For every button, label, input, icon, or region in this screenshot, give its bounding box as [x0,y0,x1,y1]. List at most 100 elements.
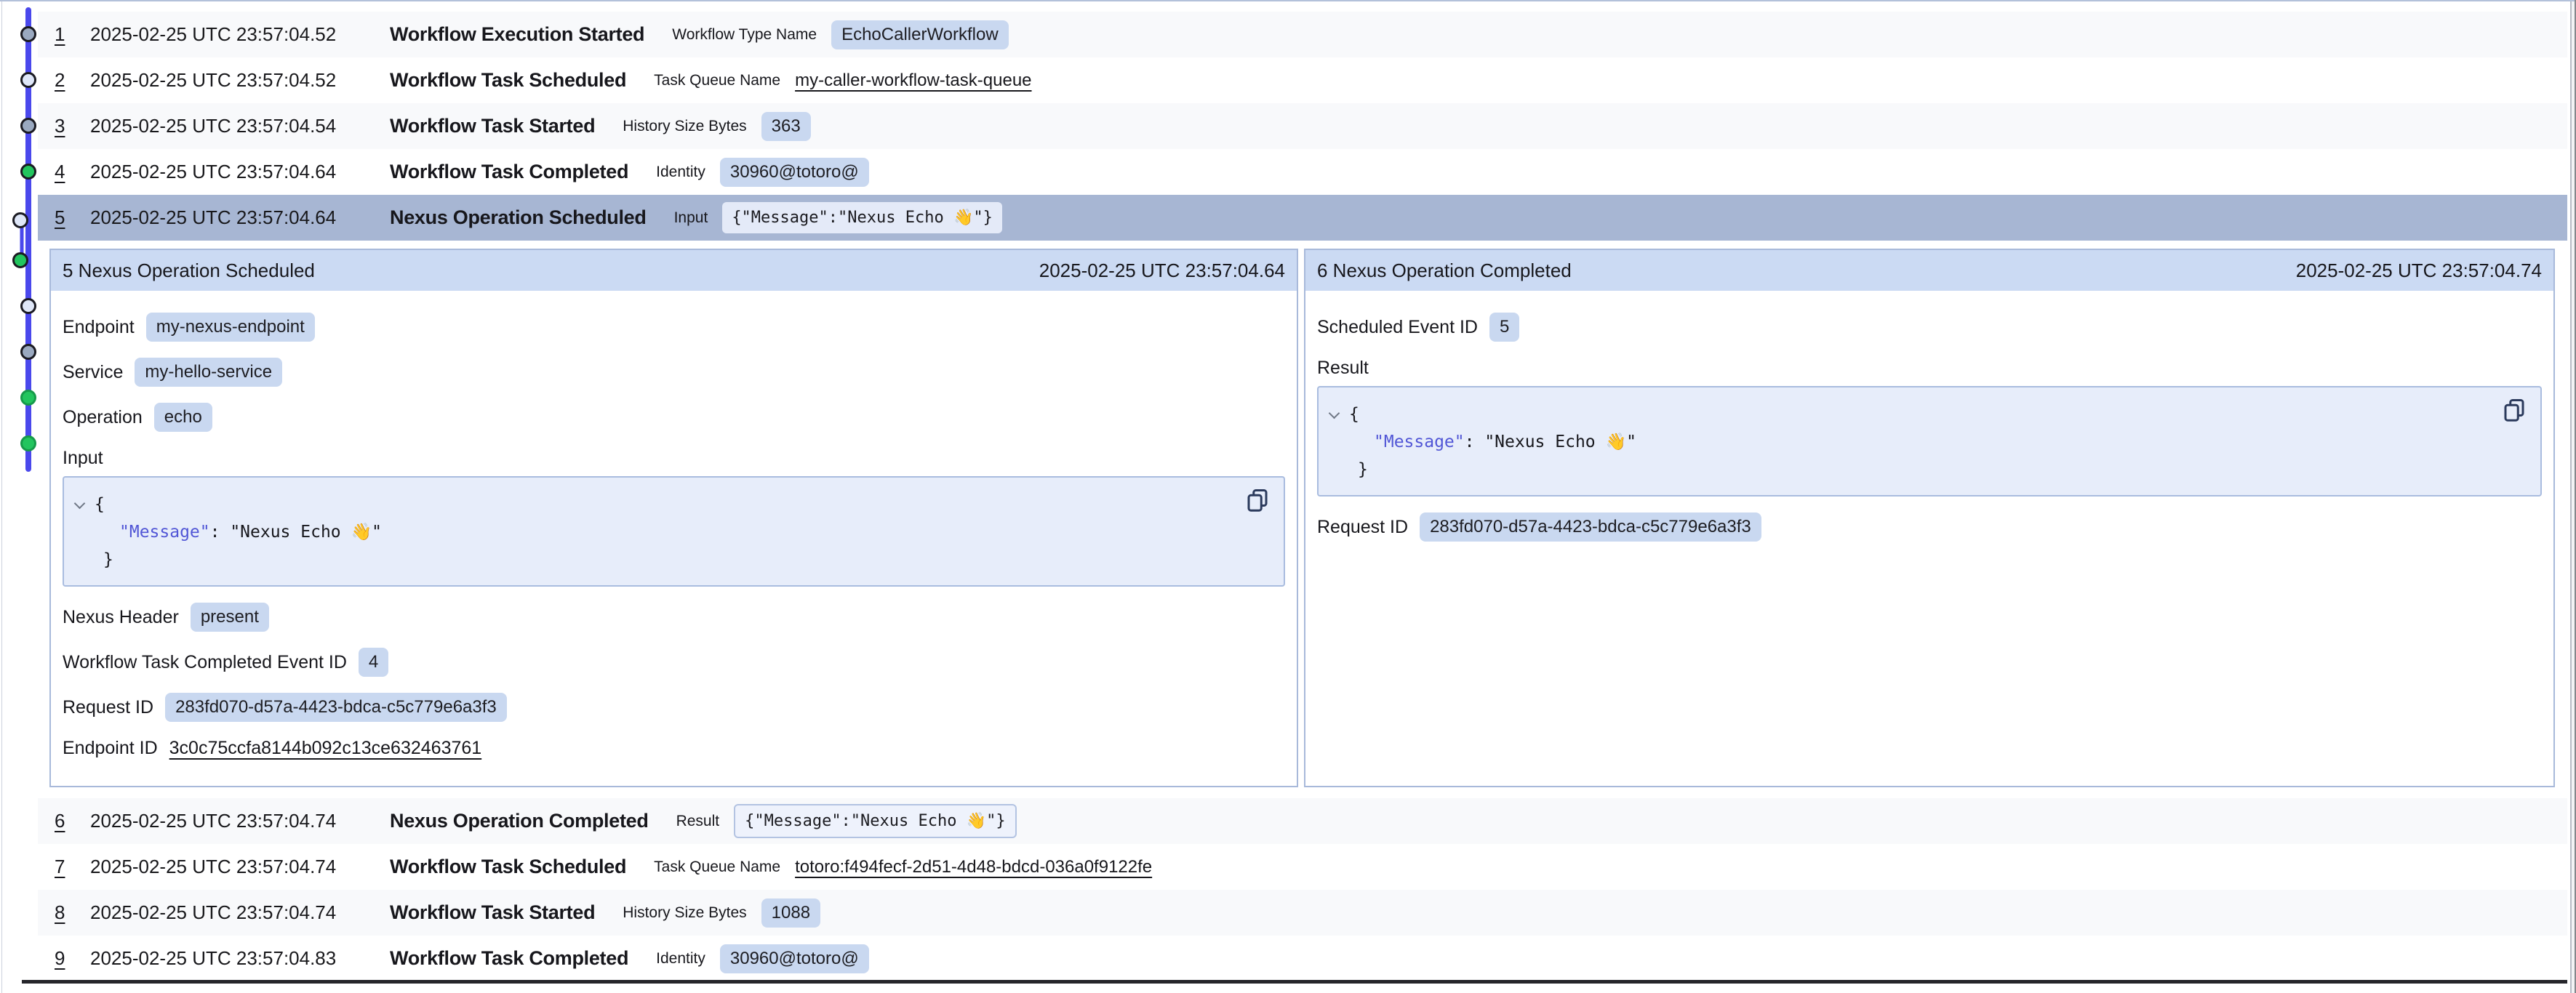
attribute-label: Input [674,209,708,227]
table-bottom-edge [22,980,2567,984]
chevron-collapse-icon[interactable] [74,498,86,510]
table-row-event-6[interactable]: 62025-02-25 UTC 23:57:04.74Nexus Operati… [38,798,2567,844]
event-id-link[interactable]: 6 [55,810,90,832]
timeline-event-dot-started[interactable] [22,119,36,133]
table-row-event-8[interactable]: 82025-02-25 UTC 23:57:04.74Workflow Task… [38,890,2567,936]
table-row-event-9[interactable]: 92025-02-25 UTC 23:57:04.83Workflow Task… [38,936,2567,981]
timeline-event-dot-completed[interactable] [22,391,36,405]
detail-field-label: Workflow Task Completed Event ID [63,652,347,673]
event-detail-panel-completed: 6 Nexus Operation Completed 2025-02-25 U… [1304,249,2555,787]
detail-field-value-badge: present [191,603,269,632]
detail-field-label: Service [63,362,123,383]
table-row-event-2[interactable]: 22025-02-25 UTC 23:57:04.52Workflow Task… [38,57,2567,103]
attribute-label: Task Queue Name [654,72,780,89]
timeline-event-dot-started[interactable] [22,28,36,41]
attribute-label: Task Queue Name [654,859,780,876]
detail-field-operation: Operation echo [63,403,1285,432]
detail-field-endpoint-id: Endpoint ID3c0c75ccfa8144b092c13ce632463… [63,738,1285,759]
event-name: Workflow Task Completed [390,947,628,970]
table-row-event-3[interactable]: 32025-02-25 UTC 23:57:04.54Workflow Task… [38,103,2567,149]
panel-timestamp: 2025-02-25 UTC 23:57:04.64 [1039,260,1285,282]
table-row-event-5[interactable]: 52025-02-25 UTC 23:57:04.64Nexus Operati… [38,195,2567,241]
attribute-value-badge: EchoCallerWorkflow [831,20,1009,49]
payload-code-block: {"Message": "Nexus Echo 👋"} [63,476,1285,587]
event-name: Workflow Task Started [390,901,595,924]
event-id-link[interactable]: 2 [55,69,90,92]
detail-field-request-id: Request ID283fd070-d57a-4423-bdca-c5c779… [63,693,1285,722]
detail-field-label: Operation [63,407,143,428]
detail-field-value-link[interactable]: 3c0c75ccfa8144b092c13ce632463761 [169,738,482,759]
event-id-link[interactable]: 8 [55,901,90,924]
event-name: Workflow Task Scheduled [390,856,626,878]
chevron-collapse-icon[interactable] [1329,408,1340,419]
detail-field-label: Scheduled Event ID [1317,317,1478,338]
timeline-event-dot-scheduled[interactable] [22,299,36,313]
attribute-label: Identity [656,950,705,968]
detail-field-nexus-header: Nexus Headerpresent [63,603,1285,632]
attribute-label: Identity [656,164,705,181]
attribute-value-payload: {"Message":"Nexus Echo 👋"} [734,804,1017,838]
detail-field-label: Request ID [1317,517,1408,538]
container-top-border [0,0,2576,1]
detail-field-endpoint: Endpointmy-nexus-endpoint [63,313,1285,342]
panel-body: Scheduled Event ID 5 Result {"Message": "Ne… [1305,291,2553,547]
detail-field-value-badge: my-hello-service [135,358,282,387]
event-timestamp: 2025-02-25 UTC 23:57:04.74 [90,901,390,924]
json-line-open: { [74,491,1233,518]
json-line-close: } [74,546,1233,574]
attribute-label: Workflow Type Name [672,26,817,44]
attribute-value-link[interactable]: totoro:f494fecf-2d51-4d48-bdcd-036a0f912… [795,857,1152,877]
event-id-link[interactable]: 9 [55,947,90,970]
table-row-event-1[interactable]: 12025-02-25 UTC 23:57:04.52Workflow Exec… [38,12,2567,57]
event-timestamp: 2025-02-25 UTC 23:57:04.64 [90,206,390,229]
event-name: Workflow Execution Started [390,23,644,46]
event-timestamp: 2025-02-25 UTC 23:57:04.74 [90,810,390,832]
timeline-event-dot-completed[interactable] [22,165,36,179]
table-row-event-7[interactable]: 72025-02-25 UTC 23:57:04.74Workflow Task… [38,844,2567,890]
event-timestamp: 2025-02-25 UTC 23:57:04.52 [90,23,390,46]
timeline-event-dot-started[interactable] [22,345,36,359]
event-timestamp: 2025-02-25 UTC 23:57:04.54 [90,115,390,137]
event-timestamp: 2025-02-25 UTC 23:57:04.52 [90,69,390,92]
panel-title: 5 Nexus Operation Scheduled [63,260,315,282]
detail-field-label: Result [1317,358,1369,379]
event-detail-panel-scheduled: 5 Nexus Operation Scheduled 2025-02-25 U… [49,249,1298,787]
timeline-event-dot-scheduled[interactable] [14,214,28,228]
event-id-link[interactable]: 1 [55,23,90,46]
attribute-label: History Size Bytes [623,904,746,922]
detail-field-scheduled-event-id: Scheduled Event ID 5 [1317,313,2542,342]
event-id-link[interactable]: 5 [55,206,90,229]
event-id-link[interactable]: 7 [55,856,90,878]
event-name: Workflow Task Started [390,115,595,137]
attribute-value-link[interactable]: my-caller-workflow-task-queue [795,71,1031,91]
panel-header[interactable]: 6 Nexus Operation Completed 2025-02-25 U… [1305,250,2553,291]
event-name: Nexus Operation Completed [390,810,649,832]
attribute-value-badge: 30960@totoro@ [720,158,869,187]
event-id-link[interactable]: 3 [55,115,90,137]
attribute-value-payload: {"Message":"Nexus Echo 👋"} [722,202,1002,233]
timeline-event-dot-completed[interactable] [14,254,28,268]
event-timestamp: 2025-02-25 UTC 23:57:04.83 [90,947,390,970]
panel-header[interactable]: 5 Nexus Operation Scheduled 2025-02-25 U… [51,250,1297,291]
detail-field-value-badge: 283fd070-d57a-4423-bdca-c5c779e6a3f3 [1420,512,1761,542]
timeline-event-dot-completed[interactable] [22,437,36,451]
copy-button[interactable] [2500,396,2529,425]
detail-field-request-id: Request ID 283fd070-d57a-4423-bdca-c5c779… [1317,512,2542,542]
detail-field-value-badge: echo [154,403,212,432]
detail-field-label: Input [63,448,103,469]
payload-code-block: {"Message": "Nexus Echo 👋"} [1317,386,2542,496]
attribute-value-badge: 363 [761,112,811,141]
attribute-value-badge: 30960@totoro@ [720,944,869,973]
detail-field-label: Request ID [63,697,153,718]
detail-field-value-badge: 4 [359,648,388,677]
event-timestamp: 2025-02-25 UTC 23:57:04.74 [90,856,390,878]
event-id-link[interactable]: 4 [55,161,90,183]
panel-body: Endpointmy-nexus-endpoint Service my-hello… [51,291,1297,765]
attribute-label: History Size Bytes [623,118,746,135]
event-name: Nexus Operation Scheduled [390,206,647,229]
detail-field-value-badge: 5 [1489,313,1519,342]
copy-button[interactable] [1243,486,1272,515]
attribute-label: Result [676,813,720,830]
timeline-event-dot-scheduled[interactable] [22,73,36,87]
table-row-event-4[interactable]: 42025-02-25 UTC 23:57:04.64Workflow Task… [38,149,2567,195]
